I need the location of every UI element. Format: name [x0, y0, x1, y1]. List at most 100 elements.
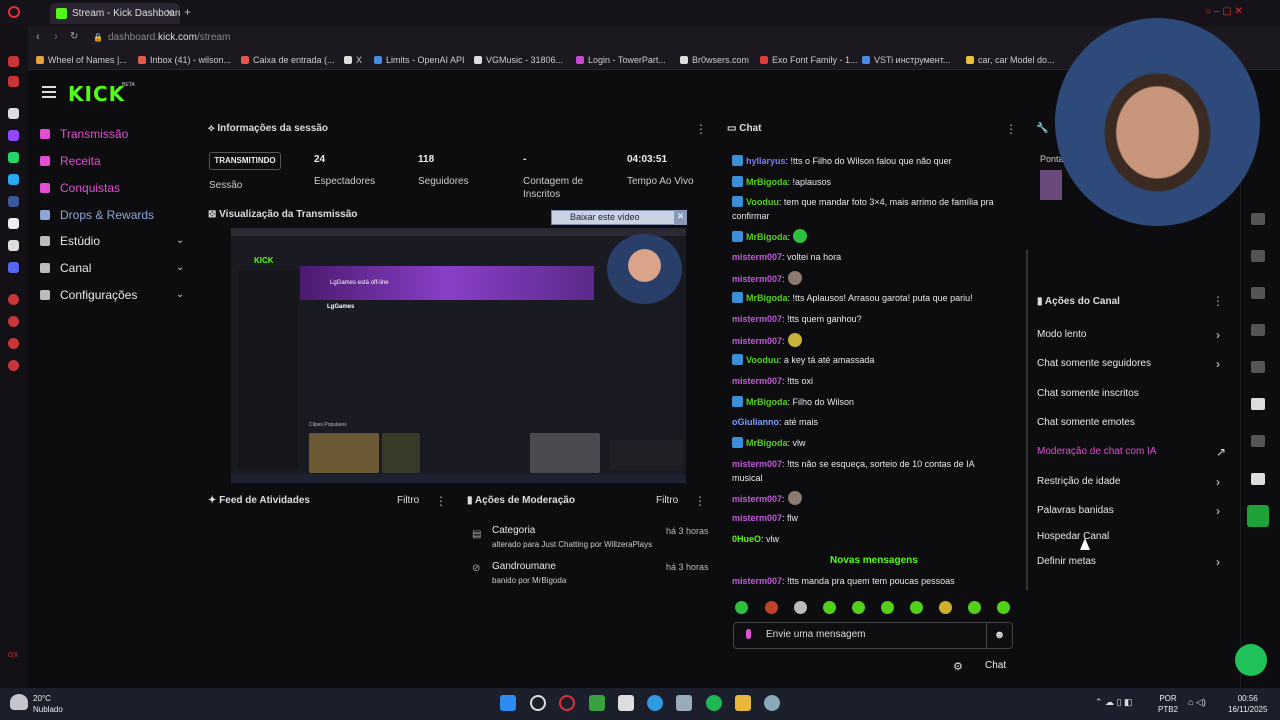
sidebar-item-estudio[interactable]: Estúdio [40, 233, 100, 249]
spotify-icon[interactable] [706, 695, 722, 711]
bookmark-item[interactable]: Wheel of Names |... [36, 54, 127, 66]
rail-tool-icon[interactable] [1251, 324, 1265, 336]
close-icon[interactable]: ✕ [674, 210, 687, 225]
app-taskbar-icon[interactable] [676, 695, 692, 711]
chat-username[interactable]: MrBigoda [746, 177, 788, 187]
emote-icon[interactable] [852, 601, 865, 614]
chat-settings-icon[interactable]: ⚙ [953, 660, 963, 673]
chat-username[interactable]: 0HueO [732, 534, 761, 544]
emote-icon[interactable] [881, 601, 894, 614]
chat-scrollbar[interactable] [1026, 250, 1028, 590]
edge-icon[interactable] [647, 695, 663, 711]
chat-username[interactable]: misterm007 [732, 274, 782, 284]
browser-tab-active[interactable]: Stream - Kick Dashboard ✕ [50, 3, 180, 24]
rail-tool-icon[interactable] [1251, 287, 1265, 299]
emote-icon[interactable] [735, 601, 748, 614]
chat-username[interactable]: misterm007 [732, 459, 782, 469]
sidebar-item-drops[interactable]: Drops & Rewards [40, 207, 154, 223]
emote-icon[interactable] [765, 601, 778, 614]
chat-username[interactable]: misterm007 [732, 252, 782, 262]
chevron-right-icon[interactable]: › [1216, 328, 1220, 342]
emote-icon[interactable] [968, 601, 981, 614]
search-icon[interactable] [530, 695, 546, 711]
network-volume-icons[interactable]: ⌂ ◁) [1188, 697, 1206, 708]
x-icon[interactable] [8, 240, 19, 251]
activity-menu-icon[interactable]: ⋮ [431, 494, 451, 508]
channel-action-item[interactable]: Chat somente inscritos [1037, 388, 1139, 399]
discord-icon[interactable] [8, 262, 19, 273]
opera-app-icon[interactable] [8, 338, 19, 349]
chat-username[interactable]: misterm007 [732, 376, 782, 386]
new-messages-indicator[interactable]: Novas mensagens [830, 555, 918, 566]
channel-action-item[interactable]: Palavras banidas [1037, 505, 1114, 516]
tiktok-icon[interactable] [8, 218, 19, 229]
chat-username[interactable]: misterm007 [732, 314, 782, 324]
bookmark-item[interactable]: Limits - OpenAI API [374, 54, 465, 66]
rail-tool-icon[interactable] [1251, 435, 1265, 447]
chat-username[interactable]: MrBigoda [746, 397, 788, 407]
messenger-icon[interactable] [8, 196, 19, 207]
chevron-right-icon[interactable]: › [1216, 504, 1220, 518]
channel-action-item[interactable]: Modo lento [1037, 329, 1086, 340]
chat-menu-icon[interactable]: ⋮ [1001, 122, 1021, 136]
channel-action-item[interactable]: Restrição de idade [1037, 476, 1120, 487]
chevron-right-icon[interactable]: › [1216, 357, 1220, 371]
moderation-menu-icon[interactable]: ⋮ [690, 494, 710, 508]
emote-icon[interactable] [910, 601, 923, 614]
chevron-down-icon[interactable]: ⌄ [176, 289, 184, 300]
menu-icon[interactable] [42, 86, 56, 98]
chat-username[interactable]: hyllaryus [746, 156, 786, 166]
bookmark-item[interactable]: Login - TowerPart... [576, 54, 666, 66]
chevron-down-icon[interactable]: ⌄ [176, 235, 184, 246]
twitch-icon[interactable] [8, 130, 19, 141]
external-link-icon[interactable]: ↗ [1216, 445, 1226, 459]
opera-app-icon[interactable] [8, 294, 19, 305]
bookmark-item[interactable]: Exo Font Family - 1... [760, 54, 858, 66]
download-video-button[interactable]: Baixar este vídeo ✕ [551, 210, 687, 225]
new-tab-icon[interactable]: + [184, 5, 191, 19]
moderation-filter-button[interactable]: Filtro [656, 495, 678, 506]
opera-app-icon[interactable] [8, 108, 19, 119]
emoji-picker-icon[interactable]: ☻ [986, 622, 1012, 649]
app-taskbar-icon[interactable] [764, 695, 780, 711]
tray-icons[interactable]: ⌃ ☁ ▯ ◧ [1095, 697, 1133, 708]
bookmark-item[interactable]: Inbox (41) - wilson... [138, 54, 231, 66]
opera-app-icon[interactable] [8, 56, 19, 67]
channel-action-item[interactable]: Hospedar Canal [1037, 531, 1109, 542]
emote-icon[interactable] [997, 601, 1010, 614]
chat-username[interactable]: Vooduu [746, 197, 779, 207]
session-menu-icon[interactable]: ⋮ [691, 122, 711, 136]
close-tab-icon[interactable]: ✕ [166, 3, 174, 24]
sidebar-item-canal[interactable]: Canal [40, 260, 91, 276]
mic-icon[interactable] [746, 629, 751, 639]
emote-icon[interactable] [823, 601, 836, 614]
rail-tool-icon[interactable] [1251, 473, 1265, 485]
start-icon[interactable] [500, 695, 516, 711]
chat-username[interactable]: MrBigoda [746, 293, 788, 303]
bookmark-item[interactable]: VSTi инструмент... [862, 54, 950, 66]
forward-icon[interactable]: › [54, 31, 58, 43]
weather-icon[interactable] [10, 694, 28, 710]
chevron-down-icon[interactable]: ⌄ [176, 262, 184, 273]
bookmark-item[interactable]: VGMusic - 31806... [474, 54, 563, 66]
language-indicator[interactable]: POR PTB2 [1158, 693, 1178, 715]
settings-icon[interactable] [8, 360, 19, 371]
opera-taskbar-icon[interactable] [559, 695, 575, 711]
file-explorer-icon[interactable] [735, 695, 751, 711]
chat-username[interactable]: Vooduu [746, 355, 779, 365]
channel-action-item[interactable]: Definir metas [1037, 556, 1096, 567]
history-icon[interactable] [8, 316, 19, 327]
emote-icon[interactable] [939, 601, 952, 614]
channel-action-item[interactable]: Chat somente emotes [1037, 417, 1135, 428]
opera-gx-icon[interactable]: GX [8, 652, 18, 659]
actions-menu-icon[interactable]: ⋮ [1208, 294, 1228, 308]
sidebar-item-transmissao[interactable]: Transmissão [40, 126, 128, 142]
telegram-icon[interactable] [8, 174, 19, 185]
weather-widget[interactable]: 20°C Nublado [33, 693, 63, 715]
opera-logo-icon[interactable] [8, 6, 20, 18]
rail-tool-icon[interactable] [1251, 250, 1265, 262]
chevron-right-icon[interactable]: › [1216, 555, 1220, 569]
send-chat-button[interactable]: Chat [985, 660, 1006, 671]
app-taskbar-icon[interactable] [618, 695, 634, 711]
xbox-icon[interactable] [589, 695, 605, 711]
